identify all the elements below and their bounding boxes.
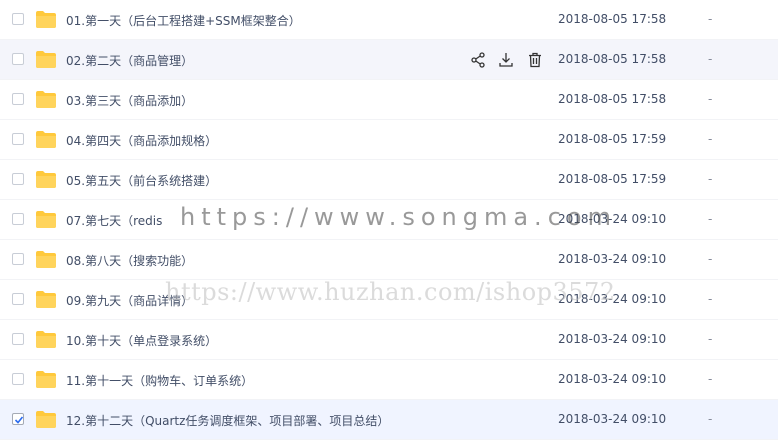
folder-icon [36,91,56,108]
file-size: - [708,372,713,386]
folder-icon [36,331,56,348]
folder-icon [36,211,56,228]
folder-icon [36,131,56,148]
file-name-link[interactable]: 08.第八天（搜索功能） [66,252,193,269]
modified-date: 2018-03-24 09:10 [558,372,667,386]
file-size: - [708,252,713,266]
file-size: - [708,292,713,306]
row-checkbox[interactable] [12,253,24,265]
folder-icon [36,11,56,28]
folder-icon [36,371,56,388]
file-name-link[interactable]: 11.第十一天（购物车、订单系统） [66,372,253,389]
file-list: 01.第一天（后台工程搭建+SSM框架整合） 2018-08-05 17:58-0… [0,0,778,440]
file-name-link[interactable]: 09.第九天（商品详情） [66,292,193,309]
file-row[interactable]: 05.第五天（前台系统搭建） 2018-08-05 17:59 - [0,160,778,200]
modified-date: 2018-03-24 09:10 [558,252,667,266]
modified-date: 2018-03-24 09:10 [558,212,667,226]
file-size: - [708,212,713,226]
file-name-link[interactable]: 04.第四天（商品添加规格） [66,132,217,149]
modified-date: 2018-08-05 17:58 [558,12,667,26]
file-name-link[interactable]: 10.第十天（单点登录系统） [66,332,217,349]
delete-icon[interactable] [526,51,544,69]
file-row[interactable]: 11.第十一天（购物车、订单系统） 2018-03-24 09:10 - [0,360,778,400]
row-checkbox[interactable] [12,293,24,305]
modified-date: 2018-03-24 09:10 [558,292,667,306]
row-checkbox[interactable] [12,173,24,185]
file-size: - [708,412,713,426]
row-checkbox[interactable] [12,333,24,345]
modified-date: 2018-03-24 09:10 [558,412,667,426]
file-name-link[interactable]: 07.第七天（redis [66,212,162,229]
row-checkbox[interactable] [12,373,24,385]
file-size: - [708,332,713,346]
modified-date: 2018-08-05 17:59 [558,172,667,186]
modified-date: 2018-08-05 17:58 [558,92,667,106]
file-row[interactable]: 03.第三天（商品添加） 2018-08-05 17:58 - [0,80,778,120]
modified-date: 2018-08-05 17:59 [558,132,667,146]
row-checkbox[interactable] [12,13,24,25]
row-checkbox[interactable] [12,93,24,105]
file-row[interactable]: 01.第一天（后台工程搭建+SSM框架整合） 2018-08-05 17:58 - [0,0,778,40]
folder-icon [36,291,56,308]
file-row[interactable]: 09.第九天（商品详情） 2018-03-24 09:10 - [0,280,778,320]
file-name-link[interactable]: 12.第十二天（Quartz任务调度框架、项目部署、项目总结） [66,412,389,429]
file-name-link[interactable]: 05.第五天（前台系统搭建） [66,172,217,189]
file-row[interactable]: 02.第二天（商品管理） 2018-08-05 17:58 - [0,40,778,80]
folder-icon [36,171,56,188]
file-name-link[interactable]: 02.第二天（商品管理） [66,52,193,69]
folder-icon [36,251,56,268]
row-checkbox[interactable] [12,413,24,425]
row-checkbox[interactable] [12,53,24,65]
file-name-link[interactable]: 01.第一天（后台工程搭建+SSM框架整合） [66,12,301,29]
file-size: - [708,92,713,106]
folder-icon [36,411,56,428]
file-size: - [708,12,713,26]
row-checkbox[interactable] [12,133,24,145]
file-row[interactable]: 07.第七天（redis 2018-03-24 09:10 - [0,200,778,240]
modified-date: 2018-03-24 09:10 [558,332,667,346]
file-size: - [708,172,713,186]
modified-date: 2018-08-05 17:58 [558,52,667,66]
file-row[interactable]: 04.第四天（商品添加规格） 2018-08-05 17:59 - [0,120,778,160]
file-size: - [708,132,713,146]
file-size: - [708,52,713,66]
file-row[interactable]: 10.第十天（单点登录系统） 2018-03-24 09:10 - [0,320,778,360]
download-icon[interactable] [497,51,515,69]
file-row[interactable]: 08.第八天（搜索功能） 2018-03-24 09:10 - [0,240,778,280]
row-checkbox[interactable] [12,213,24,225]
folder-icon [36,51,56,68]
file-name-link[interactable]: 03.第三天（商品添加） [66,92,193,109]
file-row[interactable]: 12.第十二天（Quartz任务调度框架、项目部署、项目总结） 2018-03-2… [0,400,778,440]
share-icon[interactable] [469,51,487,69]
